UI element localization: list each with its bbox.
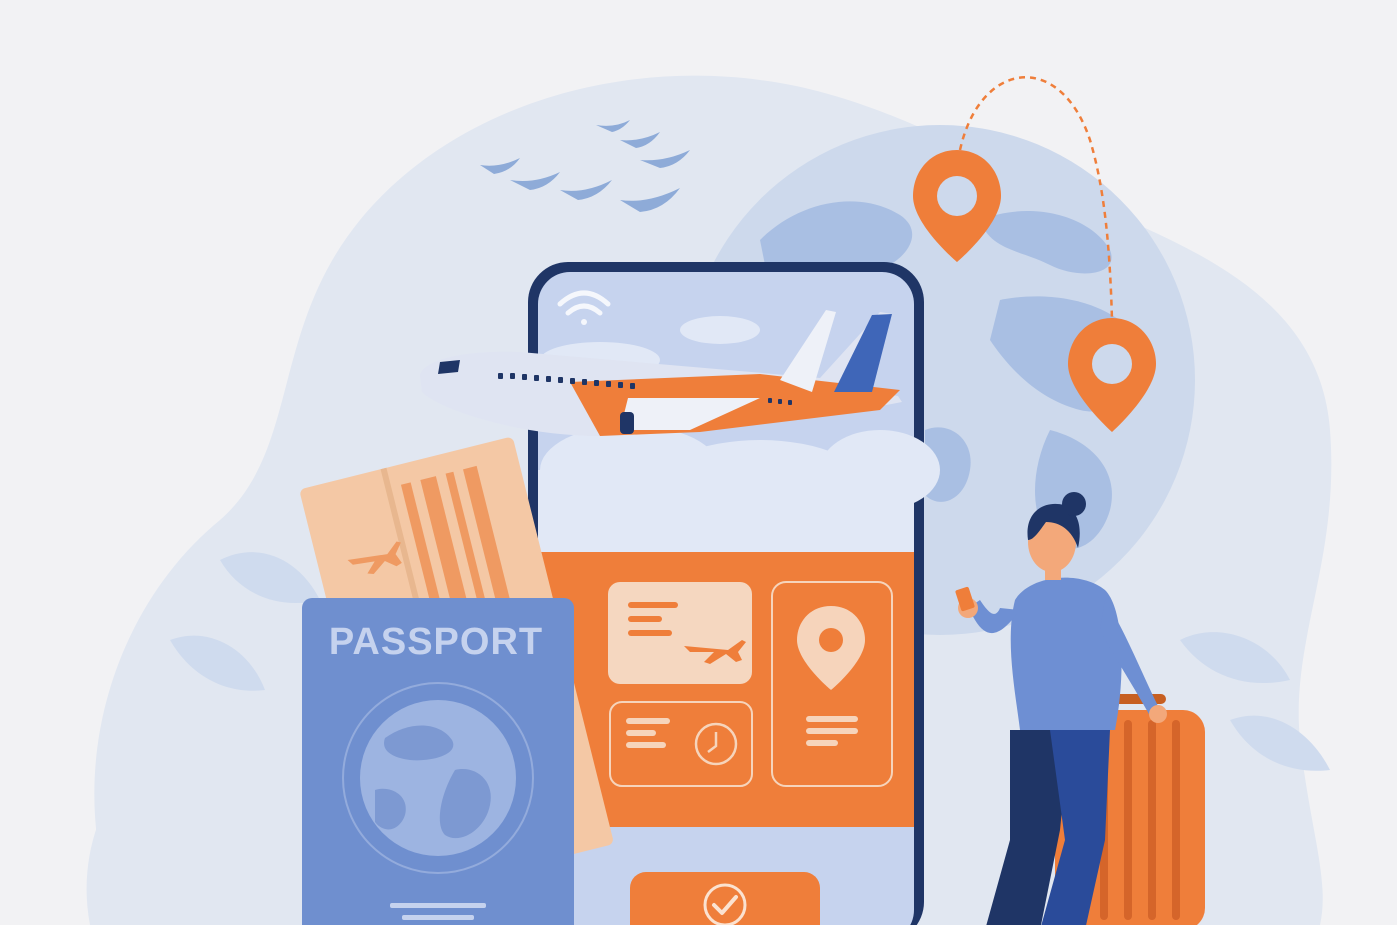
travel-illustration: PASSPORT [0,0,1397,925]
passport-label: PASSPORT [329,621,543,663]
globe-icon [360,700,516,856]
passport: PASSPORT [302,598,574,925]
travel-illustration-svg: PASSPORT [86,75,1332,925]
confirm-button [630,872,820,925]
